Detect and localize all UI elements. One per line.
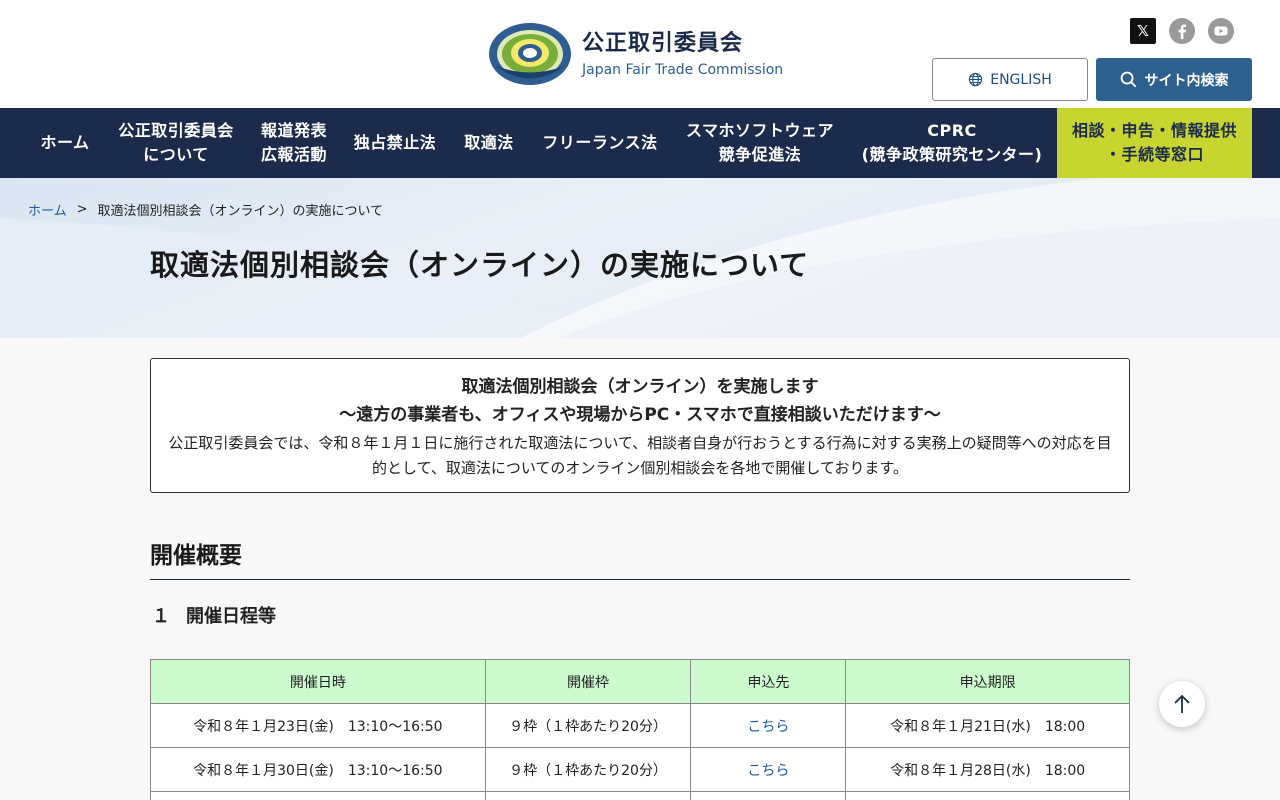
back-to-top-button[interactable] [1159, 681, 1205, 727]
header-slots: 開催枠 [484, 659, 692, 704]
subsection-label: 開催日程等 [186, 606, 276, 627]
table-row: 令和８年１月30日(金) 13:10〜16:50 ９枠（１枠あたり20分） こち… [150, 747, 1130, 792]
nav-item-press[interactable]: 報道発表 広報活動 [252, 108, 336, 178]
breadcrumb-current: 取適法個別相談会（オンライン）の実施について [97, 204, 384, 219]
cell-deadline: 令和８年１月28日(水) 18:00 [845, 747, 1130, 792]
logo-english-name: Japan Fair Trade Commission [582, 62, 784, 78]
nav-item-torite[interactable]: 取適法 [454, 108, 524, 178]
breadcrumb: ホーム > 取適法個別相談会（オンライン）の実施について [28, 200, 383, 219]
nav-item-smartphone[interactable]: スマホソフトウェア 競争促進法 [676, 108, 844, 178]
cell-slots: ９枠（１枠あたり20分） [484, 703, 692, 748]
table-header-row: 開催日時 開催枠 申込先 申込期限 [150, 659, 1130, 704]
announcement-body: 公正取引委員会では、令和８年１月１日に施行された取適法について、相談者自身が行お… [168, 434, 1112, 477]
cell-deadline: 令和８年１月21日(水) 18:00 [845, 703, 1130, 748]
schedule-table: 開催日時 開催枠 申込先 申込期限 令和８年１月23日(金) 13:10〜16:… [150, 659, 1130, 800]
arrow-up-icon [1174, 694, 1190, 713]
social-links: 𝕏 [1130, 18, 1234, 44]
global-nav: ホーム 公正取引委員会 について 報道発表 広報活動 独占禁止法 取適法 フリーラン… [0, 108, 1280, 178]
announcement-title: 取適法個別相談会（オンライン）を実施します [461, 377, 819, 397]
site-logo[interactable]: 公正取引委員会 Japan Fair Trade Commission [488, 21, 783, 87]
cell-datetime: 令和８年１月23日(金) 13:10〜16:50 [150, 703, 486, 748]
subsection-number: １ [152, 606, 170, 627]
apply-link[interactable]: こちら [747, 763, 789, 779]
page-hero: ホーム > 取適法個別相談会（オンライン）の実施について 取適法個別相談会（オン… [0, 178, 1280, 338]
nav-item-cprc[interactable]: CPRC (競争政策研究センター) [852, 108, 1052, 178]
announcement-subtitle: 〜遠方の事業者も、オフィスや現場からPC・スマホで直接相談いただけます〜 [339, 405, 941, 425]
logo-japanese-name: 公正取引委員会 [582, 31, 744, 56]
page-title: 取適法個別相談会（オンライン）の実施について [150, 248, 810, 282]
header-deadline: 申込期限 [845, 659, 1130, 704]
cell-apply: こちら [690, 747, 847, 792]
english-label: ENGLISH [990, 71, 1052, 88]
nav-item-consultation[interactable]: 相談・申告・情報提供 ・手続等窓口 [1057, 108, 1252, 178]
announcement-box: 取適法個別相談会（オンライン）を実施します 〜遠方の事業者も、オフィスや現場から… [150, 358, 1130, 493]
jftc-emblem-icon [489, 23, 571, 85]
site-search-button[interactable]: サイト内検索 [1096, 58, 1252, 101]
apply-link[interactable]: こちら [747, 719, 789, 735]
search-label: サイト内検索 [1144, 72, 1229, 89]
breadcrumb-home-link[interactable]: ホーム [28, 200, 67, 219]
x-icon[interactable]: 𝕏 [1130, 18, 1156, 44]
table-row [150, 791, 1130, 800]
cell-slots: ９枠（１枠あたり20分） [484, 747, 692, 792]
cell-apply: こちら [690, 703, 847, 748]
cell-datetime [150, 791, 486, 800]
table-row: 令和８年１月23日(金) 13:10〜16:50 ９枠（１枠あたり20分） こち… [150, 703, 1130, 748]
cell-deadline [845, 791, 1130, 800]
breadcrumb-separator: > [76, 202, 88, 217]
nav-item-freelance[interactable]: フリーランス法 [534, 108, 666, 178]
section-heading-overview: 開催概要 [150, 536, 1130, 580]
cell-datetime: 令和８年１月30日(金) 13:10〜16:50 [150, 747, 486, 792]
subsection-heading-schedule: １ 開催日程等 [150, 602, 276, 628]
search-icon [1120, 71, 1136, 88]
youtube-icon[interactable] [1208, 18, 1234, 44]
header-datetime: 開催日時 [150, 659, 486, 704]
english-button[interactable]: ENGLISH [932, 58, 1088, 101]
cell-slots [484, 791, 692, 800]
nav-item-home[interactable]: ホーム [28, 108, 102, 178]
nav-item-about[interactable]: 公正取引委員会 について [110, 108, 242, 178]
site-header: 公正取引委員会 Japan Fair Trade Commission 𝕏 EN… [0, 0, 1280, 108]
globe-icon [969, 72, 983, 87]
cell-apply [690, 791, 847, 800]
facebook-icon[interactable] [1169, 18, 1195, 44]
nav-item-antimonopoly[interactable]: 独占禁止法 [346, 108, 444, 178]
header-apply: 申込先 [690, 659, 847, 704]
